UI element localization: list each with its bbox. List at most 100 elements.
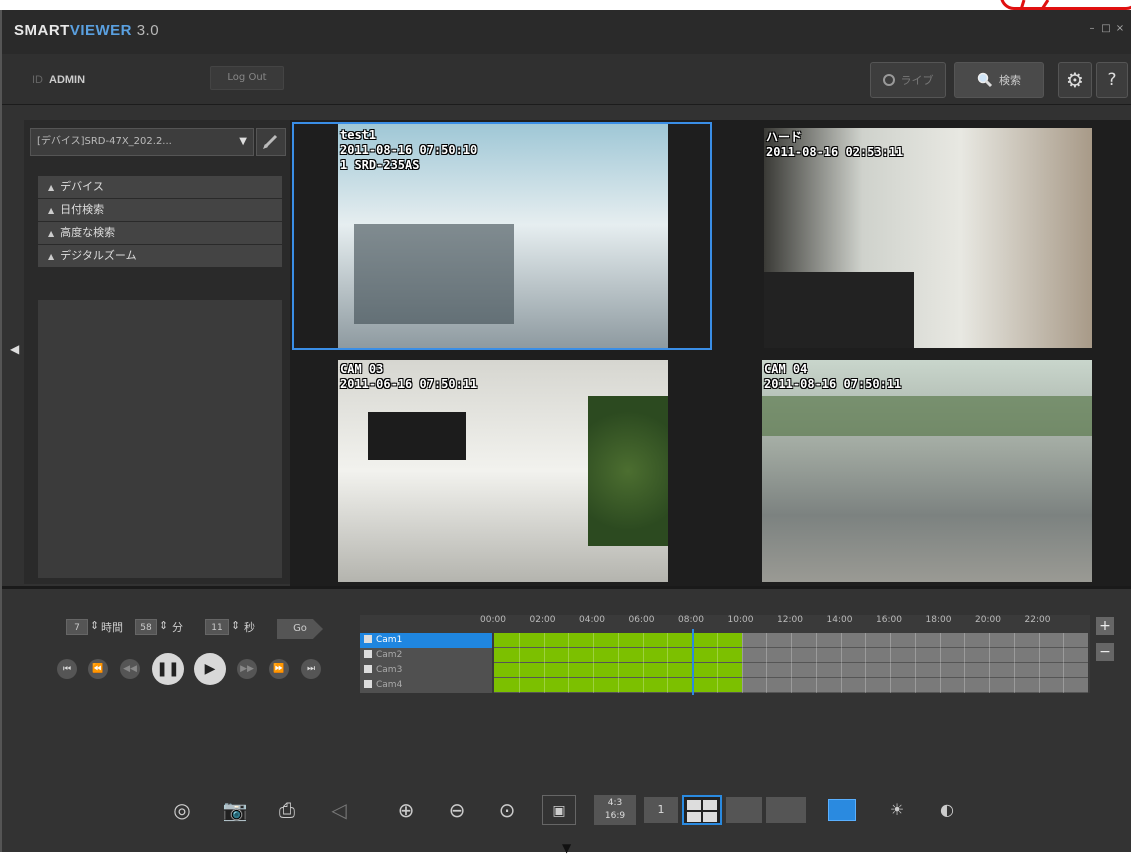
timeline-gridline xyxy=(741,648,743,663)
camera-view-1[interactable]: test1 2011-08-16 07:50:10 1 SRD-235AS xyxy=(292,122,712,350)
brightness-icon[interactable]: ☀ xyxy=(882,795,912,825)
camera-view-3[interactable]: CAM 03 2011-06-16 07:50:11 xyxy=(292,356,712,584)
minute-stepper-icon[interactable]: ⇕ xyxy=(159,619,168,632)
timeline-gridline xyxy=(543,648,545,663)
minute-input[interactable]: 58 xyxy=(135,619,157,635)
logout-button[interactable]: Log Out xyxy=(210,66,284,90)
help-button[interactable]: ? xyxy=(1096,62,1128,98)
osd-toggle-button[interactable] xyxy=(828,799,856,821)
sidebar: [デバイス]SRD-47X_202.2... ▼ ▲ デバイス ▲ 日付検索 ▲ 高度… xyxy=(24,120,290,584)
timeline-hour-label: 04:00 xyxy=(579,615,605,625)
timeline-gridline xyxy=(815,678,817,693)
sidebar-item-digital-zoom[interactable]: ▲ デジタルズーム xyxy=(38,245,282,268)
layout-1-button[interactable]: 1 xyxy=(644,797,678,823)
timeline-row-name[interactable]: Cam3 xyxy=(360,663,492,678)
timeline-gridline xyxy=(964,663,966,678)
camera-grid: test1 2011-08-16 07:50:10 1 SRD-235AS ハー… xyxy=(290,120,1131,586)
zoom-in-icon[interactable]: ⊕ xyxy=(391,795,421,825)
timeline-gridline xyxy=(865,648,867,663)
collapse-sidebar-icon[interactable]: ◀ xyxy=(10,342,19,356)
timeline-hour-label: 18:00 xyxy=(925,615,952,625)
timeline-gridline xyxy=(989,648,990,663)
timeline-row[interactable]: Cam4 xyxy=(360,678,1088,693)
second-stepper-icon[interactable]: ⇕ xyxy=(231,619,240,632)
search-button[interactable]: 検索 xyxy=(954,62,1044,98)
second-input[interactable]: 11 xyxy=(205,619,229,635)
timeline-gridline xyxy=(840,648,842,663)
timeline-gridline xyxy=(791,648,792,663)
settings-button[interactable]: ⚙ xyxy=(1058,62,1092,98)
zoom-out-icon[interactable]: ⊖ xyxy=(442,795,472,825)
aspect-ratio-button[interactable]: 4:3 16:9 xyxy=(594,795,636,825)
zoom-in-timeline-button[interactable]: + xyxy=(1096,617,1114,635)
hour-input[interactable]: 7 xyxy=(66,619,88,635)
timeline-gridline xyxy=(593,633,594,648)
snapshot-camera-icon[interactable]: 📷 xyxy=(220,795,250,825)
timeline-row[interactable]: Cam1 xyxy=(360,633,1088,648)
skip-first-button[interactable]: ⏮ xyxy=(57,659,77,679)
device-select[interactable]: [デバイス]SRD-47X_202.2... ▼ xyxy=(30,128,254,156)
sidebar-panel-body xyxy=(38,300,282,578)
timeline-gridline xyxy=(642,678,644,693)
print-icon[interactable]: ⎙ xyxy=(272,795,302,825)
title-bar: SMARTVIEWER 3.0 – □ × xyxy=(2,10,1131,54)
contrast-icon[interactable]: ◐ xyxy=(932,795,962,825)
edit-device-button[interactable] xyxy=(256,128,286,156)
timeline-gridline xyxy=(1013,678,1015,693)
fullscreen-icon[interactable]: ▣ xyxy=(542,795,576,825)
live-button[interactable]: ライブ xyxy=(870,62,946,98)
play-button[interactable]: ▶ xyxy=(194,653,226,685)
timeline-gridline xyxy=(939,663,941,678)
timeline-row[interactable]: Cam3 xyxy=(360,663,1088,678)
timeline-row[interactable]: Cam2 xyxy=(360,648,1088,663)
checkbox-icon[interactable] xyxy=(364,680,372,688)
timeline-gridline xyxy=(1013,648,1015,663)
sidebar-item-device[interactable]: ▲ デバイス xyxy=(38,176,282,199)
triangle-up-icon: ▲ xyxy=(48,183,55,192)
camera-view-2[interactable]: ハード 2011-08-16 02:53:11 xyxy=(716,122,1130,350)
layout-4-button[interactable] xyxy=(682,795,722,825)
step-back-button[interactable]: ⏪ xyxy=(88,659,108,679)
sidebar-item-date-search[interactable]: ▲ 日付検索 xyxy=(38,199,282,222)
app-window: SMARTVIEWER 3.0 – □ × ID ADMIN Log Out ライ… xyxy=(0,10,1131,855)
timeline-gridline xyxy=(1038,678,1040,693)
go-button[interactable]: Go xyxy=(277,619,323,639)
zoom-out-timeline-button[interactable]: − xyxy=(1096,643,1114,661)
step-forward-button[interactable]: ⏩ xyxy=(269,659,289,679)
layout-16-button[interactable] xyxy=(766,797,806,823)
timeline-gridline xyxy=(716,663,718,678)
hour-stepper-icon[interactable]: ⇕ xyxy=(90,619,99,632)
timeline-gridline xyxy=(667,678,669,693)
volume-icon[interactable]: ◁ xyxy=(324,795,354,825)
fast-forward-button[interactable]: ▶▶ xyxy=(237,659,257,679)
maximize-icon[interactable]: □ xyxy=(1101,24,1111,34)
timeline-row-name[interactable]: Cam1 xyxy=(360,633,492,648)
checkbox-icon[interactable] xyxy=(364,635,372,643)
timeline-gridline xyxy=(518,633,520,648)
sidebar-item-advanced-search[interactable]: ▲ 高度な検索 xyxy=(38,222,282,245)
user-info: ID ADMIN xyxy=(32,74,86,86)
minimize-icon[interactable]: – xyxy=(1087,24,1097,34)
timeline-gridline xyxy=(1063,678,1065,693)
pause-button[interactable]: ❚❚ xyxy=(152,653,184,685)
checkbox-icon[interactable] xyxy=(364,665,372,673)
timeline-gridline xyxy=(667,648,669,663)
checkbox-icon[interactable] xyxy=(364,650,372,658)
pencil-icon xyxy=(263,134,278,149)
expand-panel-icon[interactable]: ▼ xyxy=(562,841,571,855)
rewind-button[interactable]: ◀◀ xyxy=(120,659,140,679)
timeline-row-name[interactable]: Cam4 xyxy=(360,678,492,693)
zoom-fit-icon[interactable]: ⊙ xyxy=(492,795,522,825)
timeline-hour-label: 16:00 xyxy=(876,615,902,625)
timeline-hour-label: 06:00 xyxy=(628,615,655,625)
close-icon[interactable]: × xyxy=(1115,24,1125,34)
timeline-gridline xyxy=(518,648,520,663)
skip-last-button[interactable]: ⏭ xyxy=(301,659,321,679)
layout-9-button[interactable] xyxy=(726,797,762,823)
timeline-cursor[interactable] xyxy=(692,629,694,695)
timeline[interactable]: 00:00 02:00 04:00 06:00 08:00 10:00 12:00 14:00… xyxy=(360,615,1090,695)
camera-image-4 xyxy=(762,360,1092,582)
backup-disc-icon[interactable]: ◎ xyxy=(167,795,197,825)
timeline-row-name[interactable]: Cam2 xyxy=(360,648,492,663)
camera-view-4[interactable]: CAM 04 2011-08-16 07:50:11 xyxy=(716,356,1130,584)
